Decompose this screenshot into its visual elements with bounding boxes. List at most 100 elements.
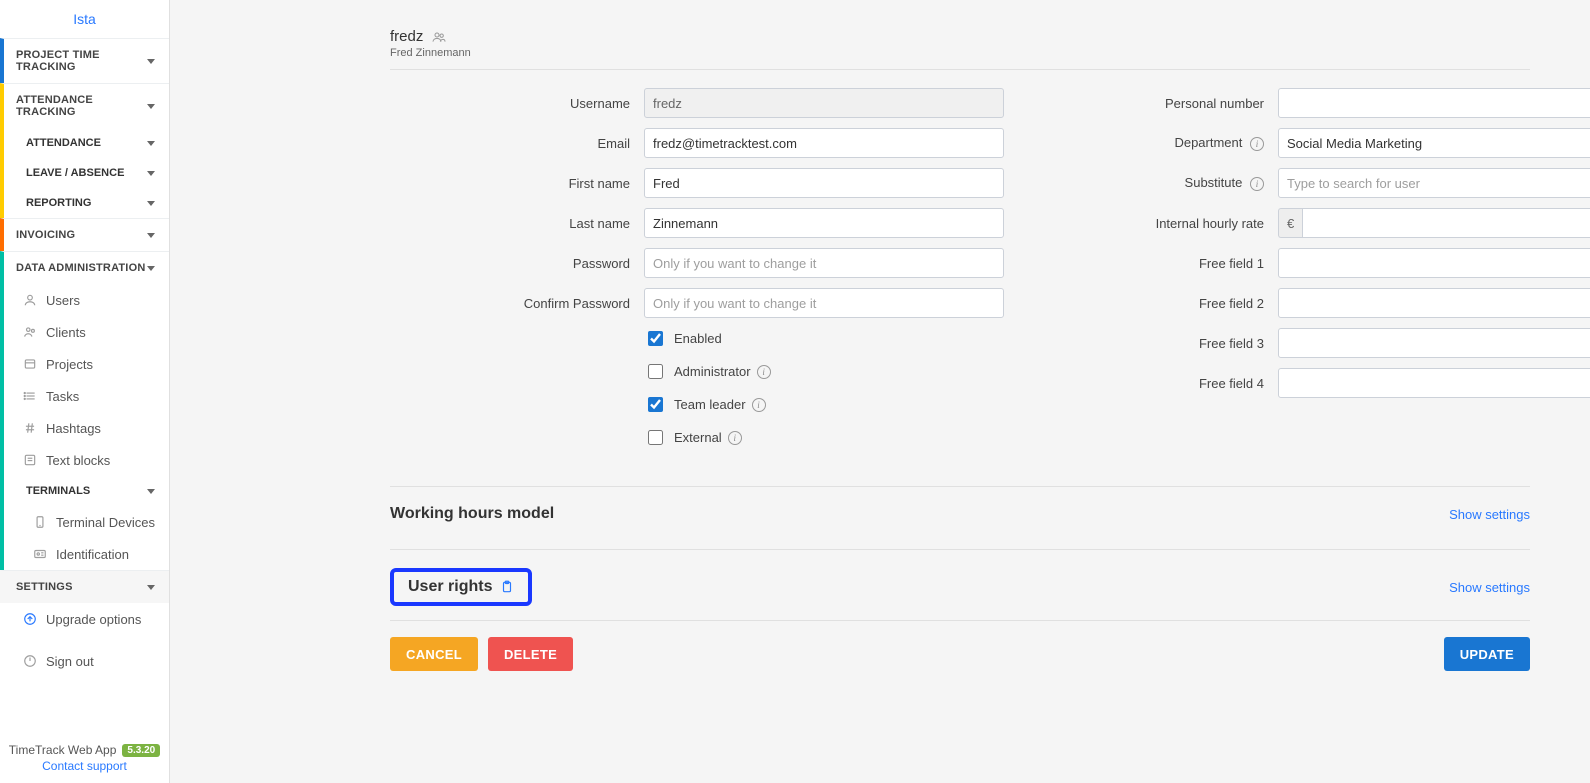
free-field-2-input[interactable]: [1278, 288, 1590, 318]
sidebar-item-signout[interactable]: Sign out: [0, 645, 169, 677]
sidebar-item-terminal-devices[interactable]: Terminal Devices: [0, 506, 169, 538]
nav-project-time-tracking[interactable]: PROJECT TIME TRACKING: [0, 38, 169, 83]
info-icon[interactable]: i: [757, 365, 771, 379]
nav-settings[interactable]: SETTINGS: [0, 570, 169, 603]
nav-label: ATTENDANCE: [26, 137, 101, 149]
password-input[interactable]: [644, 248, 1004, 278]
chevron-down-icon: [147, 489, 155, 494]
sidebar-item-label: Clients: [46, 325, 86, 340]
user-icon: [22, 292, 38, 308]
version-badge: 5.3.20: [122, 744, 160, 757]
section-user-rights: User rights Show settings: [390, 549, 1530, 621]
hourly-rate-input[interactable]: [1302, 208, 1590, 238]
show-settings-working-hours[interactable]: Show settings: [1449, 507, 1530, 522]
sidebar-item-label: Projects: [46, 357, 93, 372]
department-input[interactable]: [1278, 128, 1590, 158]
sidebar-item-label: Tasks: [46, 389, 79, 404]
external-checkbox[interactable]: [648, 430, 663, 445]
sidebar-item-label: Terminal Devices: [56, 515, 155, 530]
nav-reporting[interactable]: REPORTING: [0, 188, 169, 218]
sidebar-item-text-blocks[interactable]: Text blocks: [0, 444, 169, 476]
chevron-down-icon: [147, 104, 155, 109]
label-substitute: Substitute i: [1094, 175, 1264, 191]
label-email: Email: [470, 136, 630, 151]
administrator-label: Administrator i: [674, 364, 771, 379]
enabled-label: Enabled: [674, 331, 722, 346]
nav-leave-absence[interactable]: LEAVE / ABSENCE: [0, 158, 169, 188]
signout-icon: [22, 653, 38, 669]
sidebar-item-clients[interactable]: Clients: [0, 316, 169, 348]
nav-label: REPORTING: [26, 197, 91, 209]
upgrade-icon: [22, 611, 38, 627]
info-icon[interactable]: i: [752, 398, 766, 412]
update-button[interactable]: UPDATE: [1444, 637, 1530, 671]
confirm-password-input[interactable]: [644, 288, 1004, 318]
hashtag-icon: [22, 420, 38, 436]
nav-attendance[interactable]: ATTENDANCE: [0, 128, 169, 158]
chevron-down-icon: [147, 171, 155, 176]
teamleader-checkbox[interactable]: [648, 397, 663, 412]
sidebar-item-users[interactable]: Users: [0, 284, 169, 316]
divider: [390, 69, 1530, 70]
sidebar-item-tasks[interactable]: Tasks: [0, 380, 169, 412]
user-header: fredz Fred Zinnemann: [390, 28, 1530, 59]
chevron-down-icon: [147, 201, 155, 206]
sidebar: Ista PROJECT TIME TRACKING ATTENDANCE TR…: [0, 0, 170, 783]
firstname-input[interactable]: [644, 168, 1004, 198]
action-bar: CANCEL DELETE UPDATE: [390, 637, 1530, 671]
projects-icon: [22, 356, 38, 372]
show-settings-user-rights[interactable]: Show settings: [1449, 580, 1530, 595]
label-firstname: First name: [470, 176, 630, 191]
info-icon[interactable]: i: [728, 431, 742, 445]
form-column-left: Username Email First name Last name Pass…: [470, 88, 1004, 460]
nav-data-administration[interactable]: DATA ADMINISTRATION: [0, 251, 169, 284]
enabled-checkbox[interactable]: [648, 331, 663, 346]
nav-terminals[interactable]: TERMINALS: [0, 476, 169, 506]
info-icon[interactable]: i: [1250, 177, 1264, 191]
lastname-input[interactable]: [644, 208, 1004, 238]
nav-label: PROJECT TIME TRACKING: [16, 49, 147, 73]
delete-button[interactable]: DELETE: [488, 637, 573, 671]
sidebar-footer: TimeTrack Web App 5.3.20 Contact support: [0, 735, 169, 783]
form-column-right: Personal number Department i Substitute …: [1094, 88, 1590, 460]
section-title-working-hours: Working hours model: [390, 505, 554, 523]
free-field-3-input[interactable]: [1278, 328, 1590, 358]
contact-support-link[interactable]: Contact support: [0, 759, 169, 773]
section-title-user-rights: User rights: [408, 578, 514, 596]
substitute-input[interactable]: [1278, 168, 1590, 198]
label-password: Password: [470, 256, 630, 271]
sidebar-item-hashtags[interactable]: Hashtags: [0, 412, 169, 444]
brand[interactable]: Ista: [0, 0, 169, 38]
chevron-down-icon: [147, 141, 155, 146]
sidebar-item-label: Users: [46, 293, 80, 308]
sidebar-item-label: Upgrade options: [46, 612, 141, 627]
email-input[interactable]: [644, 128, 1004, 158]
app-name: TimeTrack Web App: [9, 743, 117, 757]
label-ff4: Free field 4: [1094, 376, 1264, 391]
chevron-down-icon: [147, 266, 155, 271]
label-department: Department i: [1094, 135, 1264, 151]
nav-invoicing[interactable]: INVOICING: [0, 218, 169, 251]
chevron-down-icon: [147, 233, 155, 238]
nav-label: LEAVE / ABSENCE: [26, 167, 124, 179]
teamleader-label: Team leader i: [674, 397, 766, 412]
nav-attendance-tracking[interactable]: ATTENDANCE TRACKING: [0, 83, 169, 128]
administrator-checkbox[interactable]: [648, 364, 663, 379]
cancel-button[interactable]: CANCEL: [390, 637, 478, 671]
people-icon: [431, 29, 447, 45]
info-icon[interactable]: i: [1250, 137, 1264, 151]
personal-number-input[interactable]: [1278, 88, 1590, 118]
label-username: Username: [470, 96, 630, 111]
page-subtitle-fullname: Fred Zinnemann: [390, 47, 471, 59]
free-field-1-input[interactable]: [1278, 248, 1590, 278]
section-working-hours: Working hours model Show settings: [390, 486, 1530, 523]
nav-label: SETTINGS: [16, 581, 73, 593]
clients-icon: [22, 324, 38, 340]
free-field-4-input[interactable]: [1278, 368, 1590, 398]
nav-label: ATTENDANCE TRACKING: [16, 94, 147, 118]
label-confirm-password: Confirm Password: [470, 296, 630, 311]
clipboard-icon[interactable]: [500, 580, 514, 594]
sidebar-item-upgrade[interactable]: Upgrade options: [0, 603, 169, 635]
sidebar-item-projects[interactable]: Projects: [0, 348, 169, 380]
sidebar-item-identification[interactable]: Identification: [0, 538, 169, 570]
